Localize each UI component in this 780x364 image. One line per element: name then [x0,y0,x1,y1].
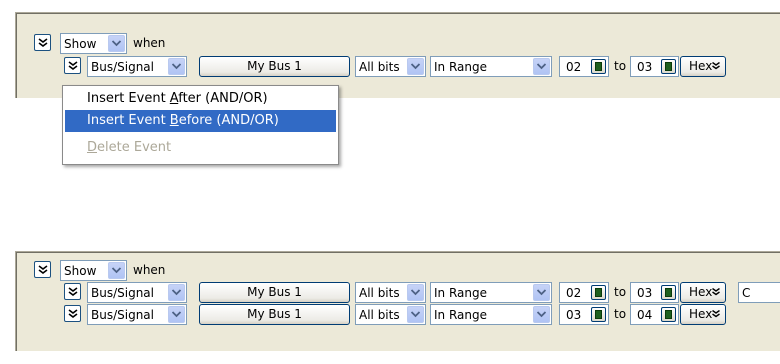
to-value: 04 [637,308,653,322]
menu-item-mnemonic: D [87,140,98,155]
to-value-field[interactable]: 03 [630,56,679,77]
bits-select[interactable]: All bits [355,304,426,325]
dropdown-arrow-icon[interactable] [108,35,125,52]
from-value-field[interactable]: 02 [559,282,609,303]
menu-item-insert-after[interactable]: Insert Event After (AND/OR) [65,88,336,110]
dropdown-arrow-icon[interactable] [407,58,424,75]
expand-chevron-icon[interactable] [34,34,51,51]
show-select-value: Show [64,264,97,278]
menu-item-insert-before[interactable]: Insert Event Before (AND/OR) [65,110,336,132]
to-value: 03 [637,60,653,74]
show-select[interactable]: Show [60,33,127,54]
type-select-value: Bus/Signal [91,60,154,74]
radix-value: Hex [689,307,713,321]
radix-value: Hex [689,59,713,73]
when-label: when [133,263,166,277]
range-select[interactable]: In Range [430,304,552,325]
expand-chevron-icon[interactable] [34,261,51,278]
to-value-field[interactable]: 04 [630,304,679,325]
to-value-field[interactable]: 03 [630,282,679,303]
calculator-icon[interactable] [661,285,676,300]
row-chevron-icon[interactable] [64,57,81,74]
bits-select-value: All bits [359,60,400,74]
type-select-value: Bus/Signal [91,308,154,322]
range-select-value: In Range [434,308,487,322]
radix-button[interactable]: Hex [680,282,726,303]
range-select[interactable]: In Range [430,282,552,303]
radix-value: Hex [689,285,713,299]
row-chevron-icon[interactable] [64,283,81,300]
from-value: 03 [566,308,582,322]
context-menu: Insert Event After (AND/OR) Insert Event… [62,85,339,165]
dropdown-arrow-icon[interactable] [168,306,185,323]
dropdown-arrow-icon[interactable] [168,58,185,75]
bus-button[interactable]: My Bus 1 [199,56,350,77]
calculator-icon[interactable] [591,285,606,300]
calculator-icon[interactable] [591,59,606,74]
bits-select-value: All bits [359,308,400,322]
when-label: when [133,36,166,50]
menu-item-mnemonic: B [169,113,179,128]
menu-item-text: fter (AND/OR) [178,91,268,106]
event-panel-bottom: Show when Bus/Signal My Bus 1 All bits I… [15,251,780,351]
menu-item-delete-event[interactable]: Delete Event [65,137,336,159]
from-value-field[interactable]: 03 [559,304,609,325]
bus-button[interactable]: My Bus 1 [199,282,350,303]
dropdown-arrow-icon[interactable] [533,58,550,75]
dropdown-arrow-icon[interactable] [533,306,550,323]
to-label: to [614,285,627,299]
dropdown-arrow-icon[interactable] [407,284,424,301]
chevron-down-icon [712,288,720,296]
from-value-field[interactable]: 02 [559,56,609,77]
radix-button[interactable]: Hex [680,304,726,325]
from-value: 02 [566,286,582,300]
type-select[interactable]: Bus/Signal [87,304,187,325]
to-label: to [614,59,627,73]
menu-item-mnemonic: A [169,91,179,106]
range-select[interactable]: In Range [430,56,552,77]
calculator-icon[interactable] [591,307,606,322]
chevron-down-icon [712,310,720,318]
radix-button[interactable]: Hex [680,56,726,77]
to-label: to [614,307,627,321]
type-select-value: Bus/Signal [91,286,154,300]
row-chevron-icon[interactable] [64,305,81,322]
to-value: 03 [637,286,653,300]
dropdown-arrow-icon[interactable] [168,284,185,301]
menu-item-text: efore (AND/OR) [178,113,279,128]
show-select[interactable]: Show [60,260,127,281]
dropdown-arrow-icon[interactable] [108,262,125,279]
from-value: 02 [566,60,582,74]
type-select[interactable]: Bus/Signal [87,56,187,77]
calculator-icon[interactable] [661,59,676,74]
chevron-down-icon [712,62,720,70]
menu-item-text: Insert Event [87,113,170,128]
range-select-value: In Range [434,286,487,300]
menu-item-text: Insert Event [87,91,170,106]
calculator-icon[interactable] [661,307,676,322]
combine-select[interactable]: C [738,282,780,303]
bits-select[interactable]: All bits [355,282,426,303]
bits-select-value: All bits [359,286,400,300]
bits-select[interactable]: All bits [355,56,426,77]
dropdown-arrow-icon[interactable] [407,306,424,323]
menu-item-text: elete Event [97,140,172,155]
bus-button[interactable]: My Bus 1 [199,304,350,325]
dropdown-arrow-icon[interactable] [533,284,550,301]
type-select[interactable]: Bus/Signal [87,282,187,303]
show-select-value: Show [64,37,97,51]
range-select-value: In Range [434,60,487,74]
combine-select-value: C [742,286,751,300]
